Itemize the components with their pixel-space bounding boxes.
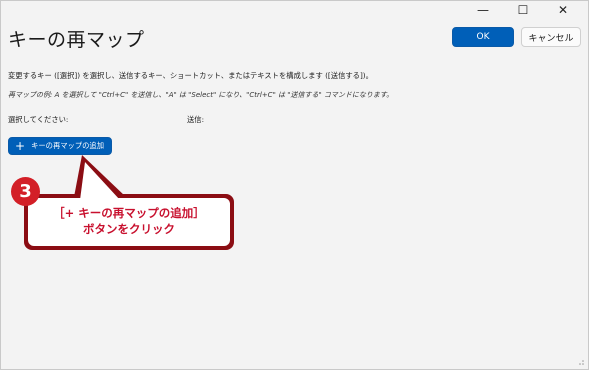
column-header-select: 選択してください: — [8, 115, 69, 124]
callout-line-1: ［+ キーの再マップの追加］ — [53, 206, 205, 220]
add-key-remap-label: キーの再マップの追加 — [31, 141, 105, 150]
remap-keys-window: — ☐ ✕ キーの再マップ OK キャンセル 変更するキー ([選択]) を選択… — [0, 0, 589, 370]
step-number-badge: 3 — [11, 177, 40, 206]
add-key-remap-button[interactable]: + キーの再マップの追加 — [8, 137, 112, 155]
example-text: 再マップの例: A を選択して "Ctrl+C" を送信し、"A" は "Sel… — [8, 91, 394, 99]
maximize-button[interactable]: ☐ — [503, 1, 543, 19]
minimize-icon: — — [477, 3, 489, 17]
ok-button[interactable]: OK — [452, 27, 514, 47]
callout-text: ［+ キーの再マップの追加］ ボタンをクリック — [30, 205, 228, 237]
resize-grip-icon[interactable] — [577, 358, 585, 366]
column-header-send: 送信: — [187, 115, 205, 124]
description-text: 変更するキー ([選択]) を選択し、送信するキー、ショートカット、またはテキス… — [8, 71, 373, 80]
callout-line-2: ボタンをクリック — [83, 222, 175, 236]
close-button[interactable]: ✕ — [543, 1, 583, 19]
plus-icon: + — [15, 139, 26, 153]
cancel-button[interactable]: キャンセル — [521, 27, 581, 47]
minimize-button[interactable]: — — [463, 1, 503, 19]
close-icon: ✕ — [557, 3, 569, 17]
page-title: キーの再マップ — [8, 29, 145, 51]
maximize-icon: ☐ — [517, 3, 529, 17]
